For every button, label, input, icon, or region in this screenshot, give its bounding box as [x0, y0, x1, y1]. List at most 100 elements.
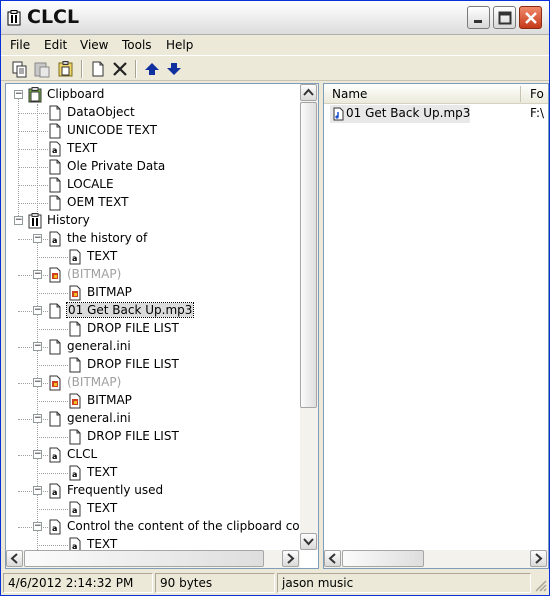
tree-item[interactable]: − History [6, 212, 300, 230]
tree-item[interactable]: − (BITMAP) [6, 374, 300, 392]
tree-item[interactable]: − general.ini [6, 338, 300, 356]
move-down-button[interactable] [165, 60, 183, 78]
svg-text:a: a [72, 254, 77, 263]
chevron-left-icon [10, 553, 18, 564]
tree-item[interactable]: DataObject [6, 104, 300, 122]
format-list[interactable]: Name Fo 01 Get Back Up.mp3 F:\ [323, 83, 549, 569]
scroll-down-button[interactable] [300, 533, 317, 550]
history-icon [28, 213, 42, 229]
move-up-button[interactable] [143, 60, 161, 78]
tree-connector [18, 113, 48, 114]
collapse-toggle[interactable]: − [33, 270, 42, 279]
menu-tools[interactable]: Tools [122, 38, 152, 52]
scroll-left-button[interactable] [324, 550, 341, 567]
tree-item[interactable]: − Clipboard [6, 86, 300, 104]
collapse-toggle[interactable]: − [33, 486, 42, 495]
tree-item-label: LOCALE [67, 177, 114, 191]
text-document-icon: a [49, 231, 61, 247]
tree-item[interactable]: − a the history of [6, 230, 300, 248]
text-document-icon: a [49, 447, 61, 463]
tree-horizontal-scrollbar[interactable] [6, 550, 300, 568]
resize-grip-icon[interactable] [535, 580, 547, 592]
delete-button[interactable] [111, 60, 129, 78]
status-size: 90 bytes [155, 573, 275, 593]
tree-vertical-scrollbar[interactable] [300, 84, 318, 550]
music-file-icon [333, 107, 344, 121]
document-icon [69, 429, 81, 445]
bitmap-icon [49, 267, 61, 283]
document-icon [69, 357, 81, 373]
document-icon [49, 177, 61, 193]
scroll-right-button[interactable] [282, 550, 299, 567]
tree-item[interactable]: DROP FILE LIST [6, 428, 300, 446]
tree-item[interactable]: DROP FILE LIST [6, 356, 300, 374]
copy-button[interactable] [11, 60, 29, 78]
tree-item[interactable]: − (BITMAP) [6, 266, 300, 284]
menu-bar: File Edit View Tools Help [1, 35, 549, 55]
scroll-right-button[interactable] [530, 550, 547, 567]
menu-view[interactable]: View [80, 38, 108, 52]
tree-item[interactable]: − 01 Get Back Up.mp3 [6, 302, 300, 320]
title-bar[interactable]: CLCL [1, 1, 549, 35]
list-item[interactable]: 01 Get Back Up.mp3 F:\ [326, 105, 548, 123]
close-button[interactable] [519, 6, 542, 29]
collapse-toggle[interactable]: − [33, 522, 42, 531]
chevron-up-icon [303, 88, 314, 96]
tree-item[interactable]: a TEXT [6, 140, 300, 158]
tree-item[interactable]: − a Frequently used [6, 482, 300, 500]
tree-item[interactable]: a TEXT [6, 500, 300, 518]
arrow-up-icon [145, 63, 159, 75]
chevron-right-icon [535, 553, 543, 564]
svg-text:a: a [52, 524, 57, 533]
collapse-toggle[interactable]: − [33, 306, 42, 315]
tree-item[interactable]: LOCALE [6, 176, 300, 194]
column-divider[interactable] [520, 86, 521, 102]
tree-item[interactable]: BITMAP [6, 284, 300, 302]
document-icon [49, 303, 61, 319]
tree-item[interactable]: Ole Private Data [6, 158, 300, 176]
tree-connector [37, 545, 68, 546]
collapse-toggle[interactable]: − [14, 216, 23, 225]
tree-item[interactable]: a TEXT [6, 248, 300, 266]
maximize-icon [498, 11, 512, 25]
collapse-toggle[interactable]: − [14, 90, 23, 99]
new-button[interactable] [89, 60, 107, 78]
clipboard-button[interactable] [57, 60, 75, 78]
paste-button[interactable] [33, 60, 51, 78]
tree-item[interactable]: UNICODE TEXT [6, 122, 300, 140]
tree-item[interactable]: a TEXT [6, 464, 300, 482]
tree-item[interactable]: OEM TEXT [6, 194, 300, 212]
minimize-button[interactable] [467, 6, 490, 29]
bitmap-icon [69, 285, 81, 301]
tree-hscroll-thumb[interactable] [24, 550, 264, 567]
collapse-toggle[interactable]: − [33, 450, 42, 459]
tree-item[interactable]: BITMAP [6, 392, 300, 410]
scroll-up-button[interactable] [300, 84, 317, 101]
menu-help[interactable]: Help [166, 38, 193, 52]
collapse-toggle[interactable]: − [33, 414, 42, 423]
column-header-name[interactable]: Name [332, 87, 367, 101]
history-tree[interactable]: − Clipboard DataObject UNICODE TEXT a TEXT Ole… [5, 83, 319, 569]
scroll-left-button[interactable] [6, 550, 23, 567]
delete-icon [113, 62, 127, 76]
svg-text:a: a [52, 236, 57, 245]
menu-file[interactable]: File [10, 38, 30, 52]
list-horizontal-scrollbar[interactable] [324, 550, 548, 568]
list-hscroll-thumb[interactable] [342, 550, 424, 567]
column-header-folder[interactable]: Fo [530, 87, 544, 101]
maximize-button[interactable] [493, 6, 516, 29]
document-icon [49, 195, 61, 211]
tree-item[interactable]: − a CLCL [6, 446, 300, 464]
tree-scroll-thumb[interactable] [300, 102, 317, 408]
chevron-right-icon [287, 553, 295, 564]
collapse-toggle[interactable]: − [33, 378, 42, 387]
tree-connector [18, 167, 48, 168]
tree-item-label: TEXT [87, 537, 118, 551]
tree-item[interactable]: − a Control the content of the clipboard c… [6, 518, 312, 536]
menu-edit[interactable]: Edit [44, 38, 67, 52]
tree-item-label: BITMAP [87, 393, 132, 407]
tree-item[interactable]: − general.ini [6, 410, 300, 428]
collapse-toggle[interactable]: − [33, 234, 42, 243]
tree-item[interactable]: DROP FILE LIST [6, 320, 300, 338]
collapse-toggle[interactable]: − [33, 342, 42, 351]
